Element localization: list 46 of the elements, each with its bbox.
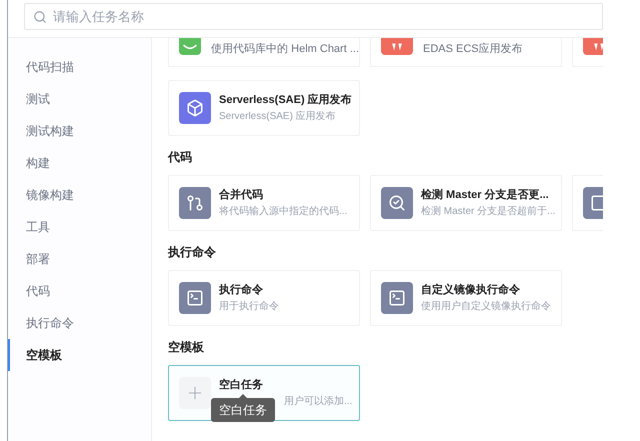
terminal-icon [388,289,406,307]
card-description: Serverless(SAE) 应用发布 [219,110,337,124]
card-description: 检测 Master 分支是否超前于... [421,204,556,219]
sidebar-item[interactable]: 代码 [8,275,151,307]
sidebar-item[interactable]: 代码扫描 [8,51,151,83]
card-description: 将代码输入源中指定的代码... [219,204,348,219]
card-description: 使用代码库中的 Helm Chart ... [211,42,359,56]
search-icon [33,10,47,24]
section-heading: 代码 [168,149,193,166]
card-description: 用于执行命令 [219,300,279,314]
card-description: 使用用户自定义镜像执行命令 [421,300,551,314]
sidebar-item[interactable]: 工具 [8,211,151,243]
card-title: Serverless(SAE) 应用发布 [219,92,352,108]
shapes-icon [592,43,603,51]
sidebar-item[interactable]: 执行命令 [8,307,151,339]
card-description: EDAS ECS应用发布 [423,42,523,56]
sidebar-item[interactable]: 镜像构建 [8,179,151,211]
search-input[interactable]: 请输入任务名称 [53,6,594,26]
card-title: 检测 Master 分支是否更... [421,188,550,203]
sidebar-item[interactable]: 测试构建 [8,115,151,147]
shapes-icon [390,43,404,51]
card-title: 执行命令 [219,282,264,298]
curve-icon [182,44,198,51]
search-field[interactable]: 请输入任务名称 [24,3,603,30]
card-title: 自定义镜像执行命令 [421,282,521,298]
sidebar-item[interactable]: 测试 [8,83,151,115]
task-card[interactable]: 自定义镜像执行命令 使用用户自定义镜像执行命令 [370,270,562,326]
task-card[interactable]: 使用代码库中的 Helm Chart ... [168,38,360,67]
branch-icon [186,194,204,212]
section-heading: 空模板 [168,339,205,356]
task-card[interactable]: EDAS ECS应用发布 [370,38,562,67]
card-title: 空白任务 [219,378,264,393]
sidebar-item[interactable]: 空模板 [8,339,151,371]
section-heading: 执行命令 [168,244,217,261]
card-title: 合并代码 [219,188,264,203]
sidebar-item[interactable]: 构建 [8,147,151,179]
task-card[interactable]: 合并代码 将代码输入源中指定的代码... [168,175,360,231]
card-description: 用户可以添加... [284,394,352,409]
task-card[interactable]: 检测 Master 分支是否更... 检测 Master 分支是否超前于... [370,175,562,231]
terminal-icon [186,289,204,307]
sidebar-item[interactable]: 部署 [8,243,151,275]
cube-icon [186,99,204,117]
task-card[interactable]: 执行命令 用于执行命令 [168,270,360,326]
search-check-icon [388,194,406,212]
task-card[interactable]: Serverless(SAE) 应用发布 Serverless(SAE) 应用发布 [168,80,360,136]
task-card[interactable]: 空白任务 用户可以添加... 空白任务 [168,365,360,421]
